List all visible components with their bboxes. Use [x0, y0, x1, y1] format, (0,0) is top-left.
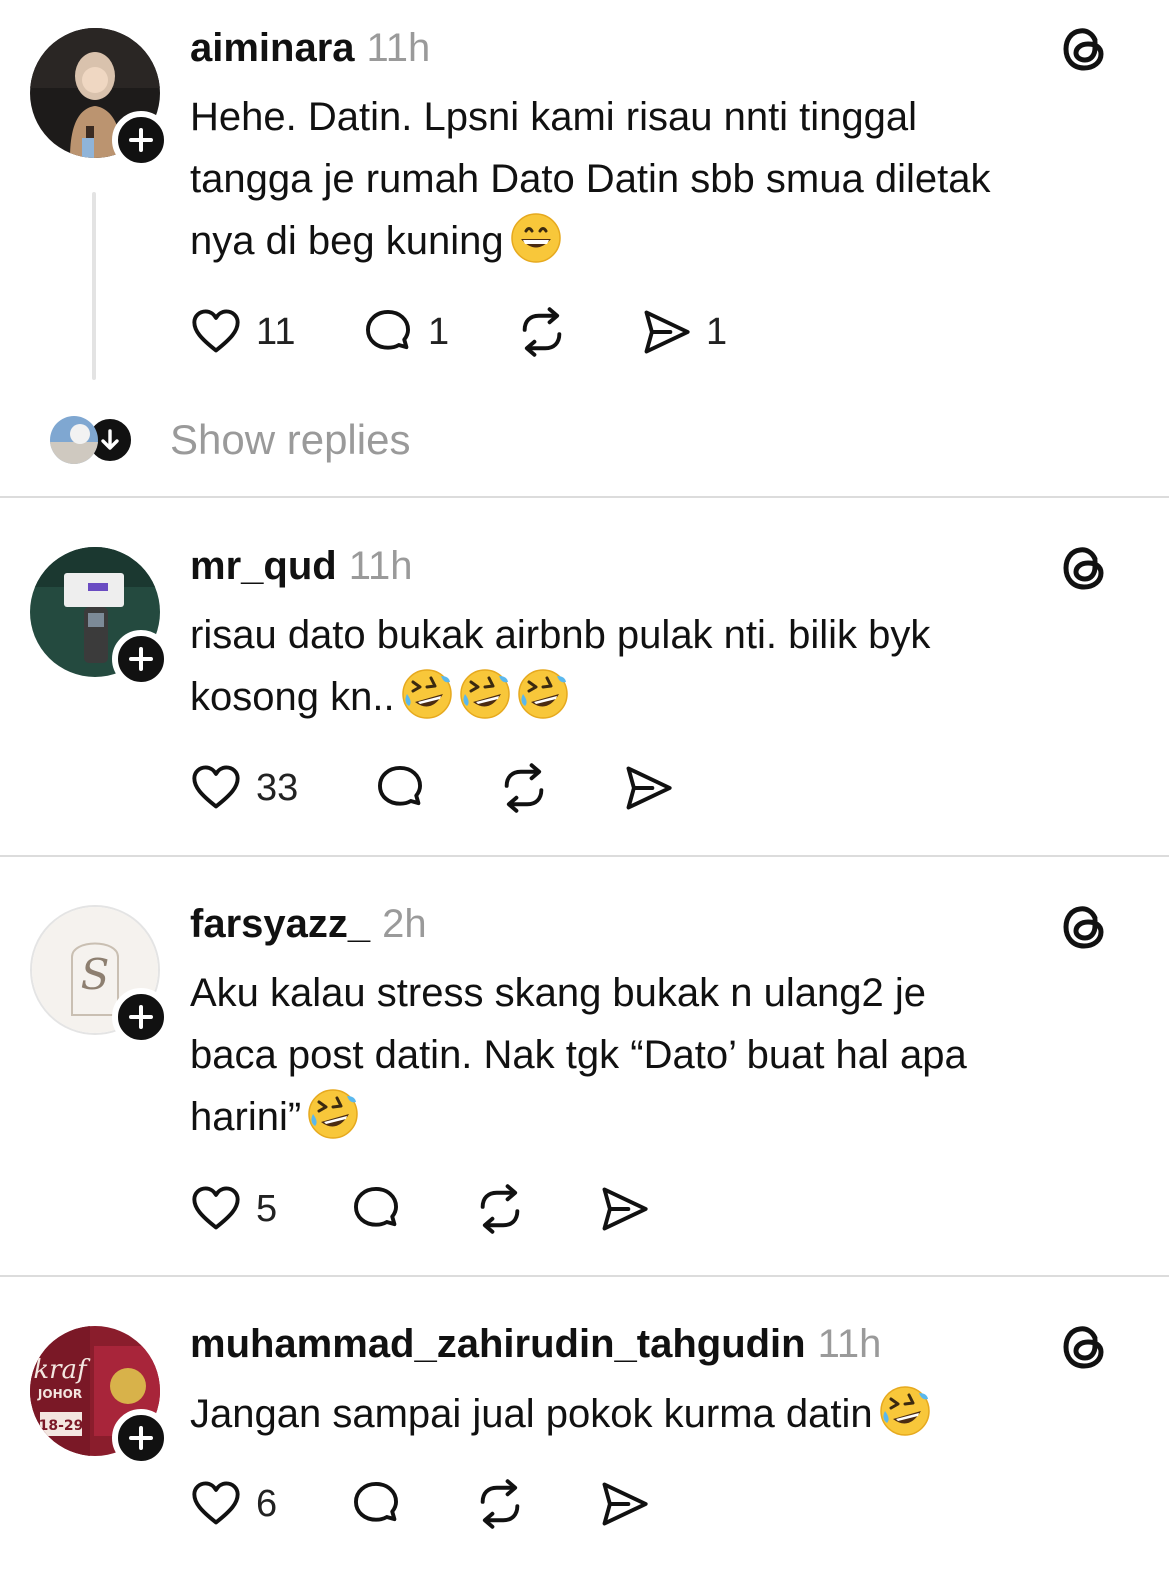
- like-count: 5: [256, 1187, 278, 1230]
- heart-icon: [190, 1478, 242, 1530]
- repost-icon: [498, 762, 550, 814]
- post-header: aiminara 11h: [190, 26, 430, 76]
- reply-button[interactable]: 1: [362, 304, 449, 360]
- svg-text:kraf: kraf: [33, 1355, 91, 1385]
- threads-icon[interactable]: [1058, 541, 1112, 595]
- reply-button[interactable]: [350, 1181, 402, 1237]
- heart-icon: [190, 762, 242, 814]
- reply-button[interactable]: [350, 1476, 402, 1532]
- repost-button[interactable]: [516, 304, 568, 360]
- repost-icon: [516, 306, 568, 358]
- repost-button[interactable]: [474, 1181, 526, 1237]
- repost-icon: [474, 1478, 526, 1530]
- rolling-on-floor-laughing-emoji: [879, 1385, 931, 1437]
- show-replies-label: Show replies: [170, 416, 411, 463]
- thread-line: [92, 192, 96, 380]
- repost-icon: [474, 1183, 526, 1235]
- heart-icon: [190, 1183, 242, 1235]
- send-icon: [598, 1183, 650, 1235]
- post-text: risau dato bukak airbnb pulak nti. bilik…: [190, 613, 931, 720]
- post-header: mr_qud 11h: [190, 544, 412, 594]
- follow-plus-icon[interactable]: [112, 1409, 170, 1467]
- rolling-on-floor-laughing-emoji: [517, 668, 569, 720]
- rolling-on-floor-laughing-emoji: [307, 1088, 359, 1140]
- username[interactable]: aiminara: [190, 26, 355, 71]
- comment-bubble-icon: [362, 306, 414, 358]
- reply-count: 1: [428, 310, 450, 353]
- repost-button[interactable]: [498, 760, 550, 816]
- post-header: farsyazz_ 2h: [190, 902, 427, 952]
- rolling-on-floor-laughing-emoji: [459, 668, 511, 720]
- follow-plus-icon[interactable]: [112, 988, 170, 1046]
- timestamp: 11h: [366, 26, 431, 70]
- username[interactable]: muhammad_zahirudin_tahgudin: [190, 1322, 806, 1367]
- heart-icon: [190, 306, 242, 358]
- timestamp: 11h: [817, 1322, 882, 1366]
- reply-avatar: [50, 416, 98, 464]
- post-header: muhammad_zahirudin_tahgudin 11h: [190, 1322, 881, 1372]
- show-replies-button[interactable]: Show replies: [50, 410, 410, 470]
- divider: [0, 496, 1169, 498]
- share-button[interactable]: [598, 1476, 650, 1532]
- repost-button[interactable]: [474, 1476, 526, 1532]
- username[interactable]: farsyazz_: [190, 902, 370, 947]
- follow-plus-icon[interactable]: [112, 630, 170, 688]
- send-icon: [598, 1478, 650, 1530]
- share-count: 1: [706, 310, 728, 353]
- comment-bubble-icon: [374, 762, 426, 814]
- grinning-face-emoji: [510, 212, 562, 264]
- like-count: 11: [256, 310, 296, 353]
- post-text: Aku kalau stress skang bukak n ulang2 je…: [190, 971, 967, 1140]
- like-button[interactable]: 6: [190, 1476, 277, 1532]
- like-button[interactable]: 11: [190, 304, 295, 360]
- threads-icon[interactable]: [1058, 22, 1112, 76]
- share-button[interactable]: 1: [640, 304, 727, 360]
- like-button[interactable]: 5: [190, 1181, 277, 1237]
- username[interactable]: mr_qud: [190, 544, 337, 589]
- threads-icon[interactable]: [1058, 900, 1112, 954]
- like-button[interactable]: 33: [190, 760, 298, 816]
- svg-text:18-29: 18-29: [39, 1418, 84, 1434]
- send-icon: [640, 306, 692, 358]
- share-button[interactable]: [598, 1181, 650, 1237]
- send-icon: [622, 762, 674, 814]
- like-count: 6: [256, 1482, 278, 1525]
- comment-bubble-icon: [350, 1183, 402, 1235]
- reply-button[interactable]: [374, 760, 426, 816]
- post-text: Hehe. Datin. Lpsni kami risau nnti tingg…: [190, 95, 991, 264]
- timestamp: 2h: [382, 902, 427, 946]
- share-button[interactable]: [622, 760, 674, 816]
- post-text: Jangan sampai jual pokok kurma datin: [190, 1383, 1140, 1445]
- svg-text:JOHOR: JOHOR: [37, 1387, 82, 1401]
- threads-icon[interactable]: [1058, 1320, 1112, 1374]
- timestamp: 11h: [348, 544, 413, 588]
- rolling-on-floor-laughing-emoji: [401, 668, 453, 720]
- follow-plus-icon[interactable]: [112, 111, 170, 169]
- like-count: 33: [256, 766, 299, 809]
- divider: [0, 1275, 1169, 1277]
- comment-bubble-icon: [350, 1478, 402, 1530]
- svg-text:S: S: [81, 950, 110, 999]
- divider: [0, 855, 1169, 857]
